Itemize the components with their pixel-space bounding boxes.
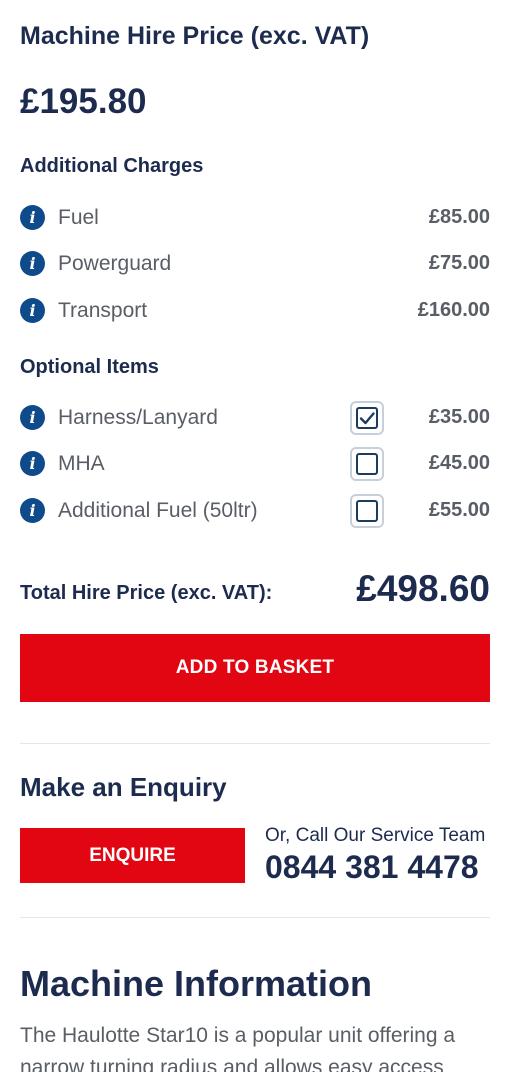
charge-price: £160.00 [417,299,490,321]
machine-hire-title: Machine Hire Price (exc. VAT) [20,22,370,50]
charge-price: £85.00 [428,206,490,228]
charge-label: Fuel [58,206,99,229]
machine-information-description: The Haulotte Star10 is a popular unit of… [20,1024,456,1072]
machine-information-title: Machine Information [20,963,373,1004]
charge-label: Transport [58,299,148,322]
total-hire-value: £498.60 [356,568,490,609]
mha-checkbox[interactable] [350,447,384,481]
harness-checkbox[interactable] [350,401,384,435]
optional-items-heading: Optional Items [20,356,159,378]
info-icon[interactable]: i [20,498,45,523]
optional-row-mha: i MHA £45.00 [20,447,490,481]
optional-label: Additional Fuel (50ltr) [58,499,258,522]
info-icon[interactable]: i [20,298,45,323]
enquire-button[interactable]: ENQUIRE [20,828,245,883]
optional-price: £35.00 [428,406,490,428]
charge-price: £75.00 [428,252,490,274]
additional-fuel-checkbox[interactable] [350,494,384,528]
total-hire-label: Total Hire Price (exc. VAT): [20,582,273,604]
info-icon[interactable]: i [20,405,45,430]
optional-price: £55.00 [428,499,490,521]
info-icon[interactable]: i [20,251,45,276]
enquiry-title: Make an Enquiry [20,772,227,802]
optional-price: £45.00 [428,452,490,474]
additional-charges-heading: Additional Charges [20,155,204,177]
charge-label: Powerguard [58,252,172,275]
info-icon[interactable]: i [20,451,45,476]
optional-row-additional-fuel: i Additional Fuel (50ltr) £55.00 [20,494,490,528]
info-icon[interactable]: i [20,205,45,230]
charge-row-fuel: i Fuel £85.00 [20,201,490,235]
divider [20,743,490,744]
call-service-label: Or, Call Our Service Team [265,825,486,846]
optional-row-harness: i Harness/Lanyard £35.00 [20,401,490,435]
phone-number-link[interactable]: 0844 381 4478 [265,849,479,886]
machine-hire-price: £195.80 [20,82,147,121]
optional-label: MHA [58,452,105,475]
add-to-basket-button[interactable]: ADD TO BASKET [20,634,490,702]
charge-row-powerguard: i Powerguard £75.00 [20,247,490,281]
charge-row-transport: i Transport £160.00 [20,294,490,328]
divider [20,917,490,918]
optional-label: Harness/Lanyard [58,406,218,429]
checkmark-icon [359,412,375,425]
